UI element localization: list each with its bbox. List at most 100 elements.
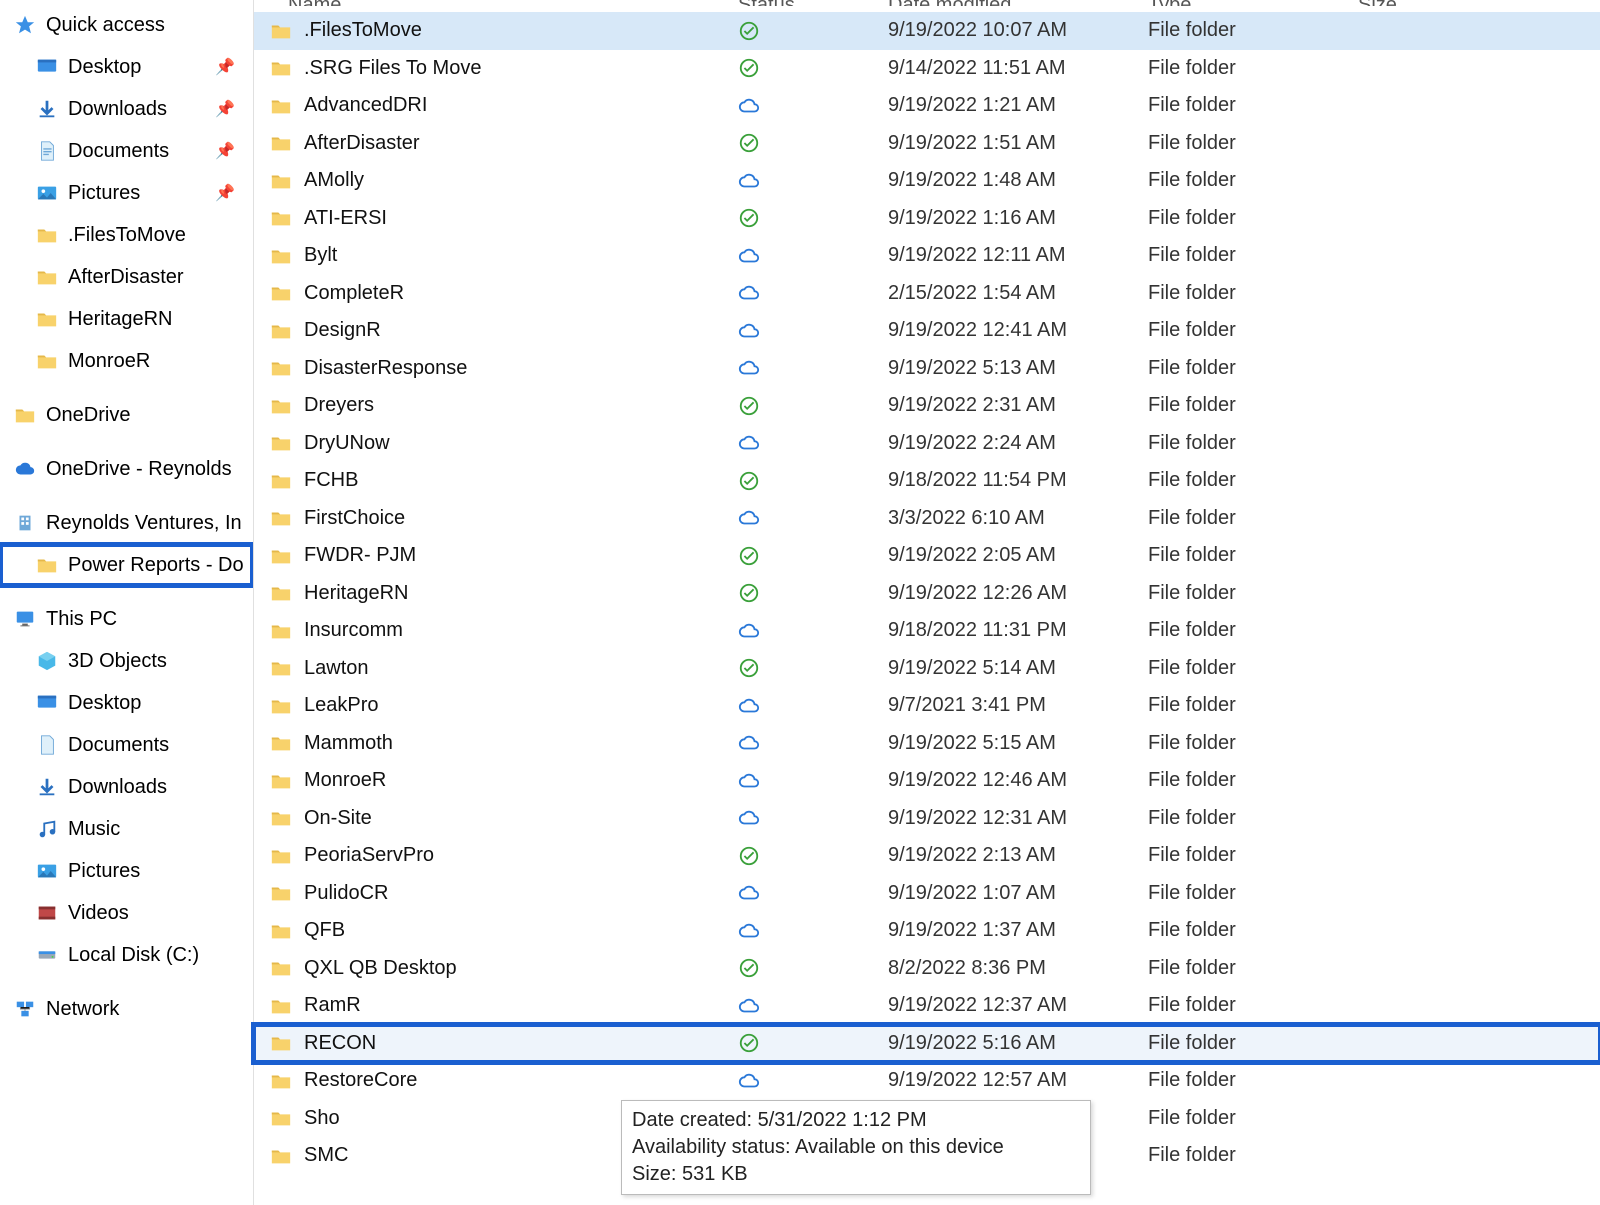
- quick-access[interactable]: Quick access: [0, 4, 253, 46]
- sidebar-network[interactable]: Network: [0, 988, 253, 1030]
- disk-icon: [36, 944, 58, 966]
- row-type: File folder: [1148, 994, 1358, 1017]
- table-row[interactable]: AfterDisaster9/19/2022 1:51 AMFile folde…: [254, 125, 1600, 163]
- table-row[interactable]: .SRG Files To Move9/14/2022 11:51 AMFile…: [254, 50, 1600, 88]
- folder-icon: [270, 395, 292, 417]
- table-row[interactable]: .FilesToMove9/19/2022 10:07 AMFile folde…: [254, 12, 1600, 50]
- sidebar-afterDisaster[interactable]: AfterDisaster: [0, 256, 253, 298]
- table-row[interactable]: Lawton9/19/2022 5:14 AMFile folder: [254, 650, 1600, 688]
- table-row[interactable]: AMolly9/19/2022 1:48 AMFile folder: [254, 162, 1600, 200]
- sidebar-downloads2-label: Downloads: [68, 776, 167, 799]
- table-row[interactable]: RECON9/19/2022 5:16 AMFile folder: [254, 1025, 1600, 1063]
- cloud-icon: [738, 282, 760, 304]
- sidebar-reynolds-ventures[interactable]: Reynolds Ventures, In: [0, 502, 253, 544]
- sidebar-monroeR[interactable]: MonroeR: [0, 340, 253, 382]
- sidebar-this-pc-label: This PC: [46, 608, 117, 631]
- row-type: File folder: [1148, 319, 1358, 342]
- folder-icon: [270, 207, 292, 229]
- row-name-cell: RECON: [268, 1032, 738, 1055]
- row-name-cell: RamR: [268, 994, 738, 1017]
- folder-icon: [14, 404, 36, 426]
- table-row[interactable]: FWDR- PJM9/19/2022 2:05 AMFile folder: [254, 537, 1600, 575]
- sidebar-onedrive[interactable]: OneDrive: [0, 394, 253, 436]
- row-name: HeritageRN: [304, 582, 408, 605]
- sidebar-filesToMove[interactable]: .FilesToMove: [0, 214, 253, 256]
- table-row[interactable]: ATI-ERSI9/19/2022 1:16 AMFile folder: [254, 200, 1600, 238]
- table-row[interactable]: FCHB9/18/2022 11:54 PMFile folder: [254, 462, 1600, 500]
- table-row[interactable]: DisasterResponse9/19/2022 5:13 AMFile fo…: [254, 350, 1600, 388]
- sidebar-downloads2[interactable]: Downloads: [0, 766, 253, 808]
- sidebar-reynolds-ventures-label: Reynolds Ventures, In: [46, 512, 242, 535]
- table-row[interactable]: DesignR9/19/2022 12:41 AMFile folder: [254, 312, 1600, 350]
- row-type: File folder: [1148, 619, 1358, 642]
- sidebar-3d-objects[interactable]: 3D Objects: [0, 640, 253, 682]
- sidebar-pictures2[interactable]: Pictures: [0, 850, 253, 892]
- table-row[interactable]: LeakPro9/7/2021 3:41 PMFile folder: [254, 687, 1600, 725]
- table-row[interactable]: Insurcomm9/18/2022 11:31 PMFile folder: [254, 612, 1600, 650]
- row-type: File folder: [1148, 844, 1358, 867]
- sidebar-desktop2-label: Desktop: [68, 692, 141, 715]
- table-row[interactable]: RamR9/19/2022 12:37 AMFile folder: [254, 987, 1600, 1025]
- row-type: File folder: [1148, 732, 1358, 755]
- sidebar-pictures-label: Pictures: [68, 182, 140, 205]
- table-row[interactable]: On-Site9/19/2022 12:31 AMFile folder: [254, 800, 1600, 838]
- sidebar-power-reports[interactable]: Power Reports - Do: [0, 544, 253, 586]
- row-name: On-Site: [304, 807, 372, 830]
- cloud-icon: [738, 507, 760, 529]
- sidebar-downloads[interactable]: Downloads 📌: [0, 88, 253, 130]
- row-name: FCHB: [304, 469, 358, 492]
- row-name: Sho: [304, 1107, 340, 1130]
- folder-icon: [270, 807, 292, 829]
- row-type: File folder: [1148, 507, 1358, 530]
- table-row[interactable]: CompleteR2/15/2022 1:54 AMFile folder: [254, 275, 1600, 313]
- cloud-icon: [738, 245, 760, 267]
- sidebar-music[interactable]: Music: [0, 808, 253, 850]
- row-name-cell: FirstChoice: [268, 507, 738, 530]
- sidebar-this-pc[interactable]: This PC: [0, 598, 253, 640]
- row-status: [738, 470, 888, 492]
- tooltip-line: Date created: 5/31/2022 1:12 PM: [632, 1107, 1080, 1134]
- row-name: SMC: [304, 1144, 348, 1167]
- row-name-cell: AfterDisaster: [268, 132, 738, 155]
- table-row[interactable]: MonroeR9/19/2022 12:46 AMFile folder: [254, 762, 1600, 800]
- sidebar-documents[interactable]: Documents 📌: [0, 130, 253, 172]
- row-name-cell: CompleteR: [268, 282, 738, 305]
- sidebar-desktop[interactable]: Desktop 📌: [0, 46, 253, 88]
- table-row[interactable]: RestoreCore9/19/2022 12:57 AMFile folder: [254, 1062, 1600, 1100]
- sidebar-desktop2[interactable]: Desktop: [0, 682, 253, 724]
- sidebar-pictures[interactable]: Pictures 📌: [0, 172, 253, 214]
- desktop-icon: [36, 692, 58, 714]
- sidebar-heritageRN[interactable]: HeritageRN: [0, 298, 253, 340]
- row-name: PeoriaServPro: [304, 844, 434, 867]
- sidebar-onedrive-reynolds[interactable]: OneDrive - Reynolds: [0, 448, 253, 490]
- table-row[interactable]: Dreyers9/19/2022 2:31 AMFile folder: [254, 387, 1600, 425]
- row-type: File folder: [1148, 1144, 1358, 1167]
- table-row[interactable]: QXL QB Desktop8/2/2022 8:36 PMFile folde…: [254, 950, 1600, 988]
- row-status: [738, 545, 888, 567]
- row-date: 9/19/2022 12:41 AM: [888, 319, 1148, 342]
- table-row[interactable]: PulidoCR9/19/2022 1:07 AMFile folder: [254, 875, 1600, 913]
- row-date: 9/19/2022 1:37 AM: [888, 919, 1148, 942]
- table-row[interactable]: FirstChoice3/3/2022 6:10 AMFile folder: [254, 500, 1600, 538]
- row-name-cell: MonroeR: [268, 769, 738, 792]
- sidebar-documents-label: Documents: [68, 140, 169, 163]
- folder-icon: [270, 620, 292, 642]
- row-date: 9/19/2022 2:31 AM: [888, 394, 1148, 417]
- table-row[interactable]: HeritageRN9/19/2022 12:26 AMFile folder: [254, 575, 1600, 613]
- table-row[interactable]: PeoriaServPro 9/19/2022 2:13 AMFile folde…: [254, 837, 1600, 875]
- table-row[interactable]: DryUNow9/19/2022 2:24 AMFile folder: [254, 425, 1600, 463]
- table-row[interactable]: Bylt9/19/2022 12:11 AMFile folder: [254, 237, 1600, 275]
- table-row[interactable]: QFB9/19/2022 1:37 AMFile folder: [254, 912, 1600, 950]
- sidebar-local-disk[interactable]: Local Disk (C:): [0, 934, 253, 976]
- row-status: [738, 207, 888, 229]
- sidebar-documents2[interactable]: Documents: [0, 724, 253, 766]
- row-name-cell: DisasterResponse: [268, 357, 738, 380]
- folder-icon: [270, 695, 292, 717]
- sidebar-videos[interactable]: Videos: [0, 892, 253, 934]
- table-row[interactable]: AdvancedDRI9/19/2022 1:21 AMFile folder: [254, 87, 1600, 125]
- row-date: 9/19/2022 2:13 AM: [888, 844, 1148, 867]
- table-row[interactable]: Mammoth9/19/2022 5:15 AMFile folder: [254, 725, 1600, 763]
- row-name-cell: Dreyers: [268, 394, 738, 417]
- folder-icon: [270, 170, 292, 192]
- cloud-icon: [738, 732, 760, 754]
